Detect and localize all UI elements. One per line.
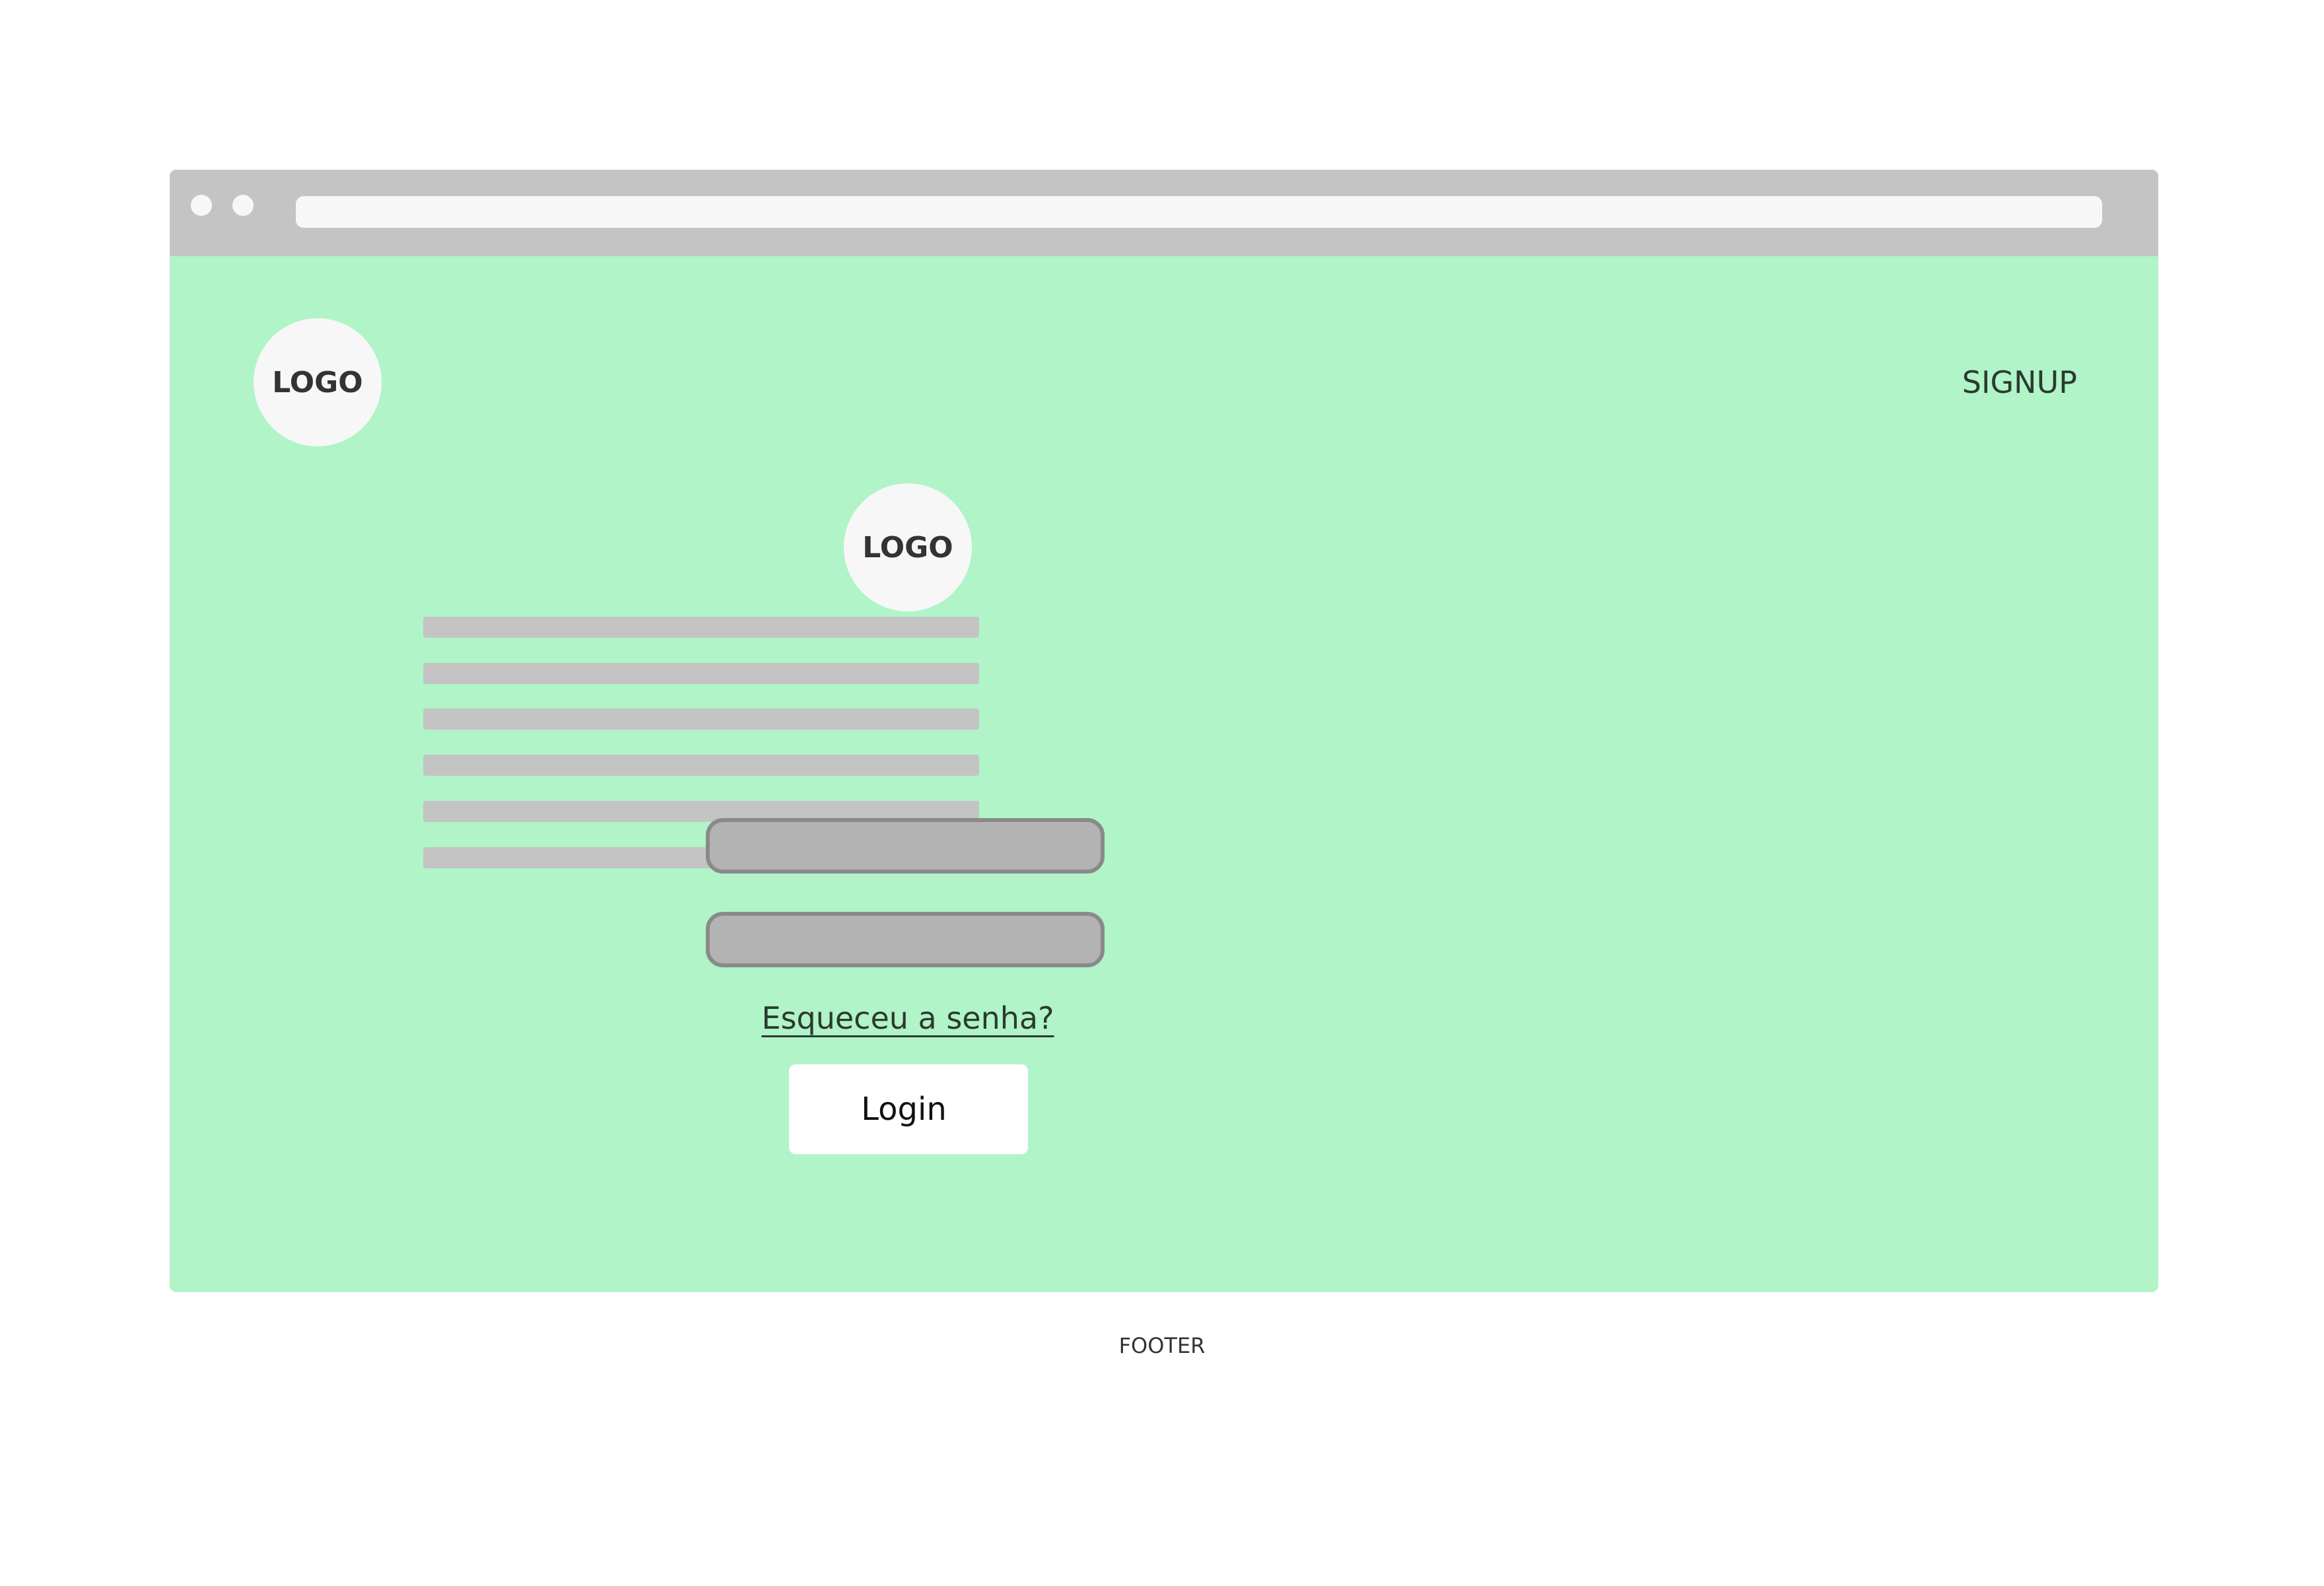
placeholder-text-line	[423, 663, 979, 684]
forgot-password-link[interactable]: Esqueceu a senha?	[706, 1000, 1110, 1036]
placeholder-text-line	[423, 617, 979, 638]
login-form-logo-label: LOGO	[862, 530, 953, 565]
window-control-dot[interactable]	[232, 195, 254, 216]
footer: FOOTER	[1118, 1333, 1206, 1358]
page-content: LOGO SIGNUP LOGO Esqueceu a senha? Login	[170, 256, 2158, 1292]
login-form-logo: LOGO	[844, 483, 972, 611]
login-button[interactable]: Login	[789, 1064, 1028, 1154]
address-bar[interactable]	[296, 196, 2102, 228]
browser-toolbar	[170, 170, 2158, 256]
header-logo[interactable]: LOGO	[254, 318, 382, 446]
signup-link[interactable]: SIGNUP	[1962, 364, 2077, 400]
placeholder-text-line	[423, 755, 979, 776]
placeholder-text-line	[423, 708, 979, 730]
username-field[interactable]	[706, 818, 1105, 874]
browser-window: LOGO SIGNUP LOGO Esqueceu a senha? Login	[170, 170, 2158, 1292]
password-field[interactable]	[706, 912, 1105, 967]
window-control-dot[interactable]	[191, 195, 212, 216]
header-logo-label: LOGO	[272, 365, 363, 399]
